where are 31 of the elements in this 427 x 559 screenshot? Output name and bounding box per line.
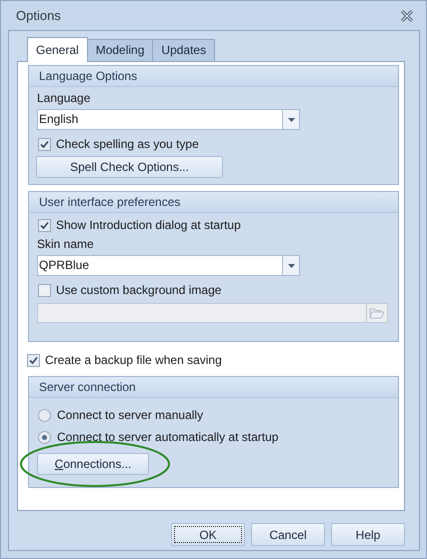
window-title: Options [16, 8, 61, 23]
checkbox[interactable] [27, 354, 40, 366]
dropdown-arrow-icon [288, 118, 294, 122]
checkbox-label: Check spelling as you type [56, 137, 199, 151]
group-header: Server connection [29, 377, 398, 398]
checkbox[interactable] [38, 138, 51, 150]
checkbox-label: Show Introduction dialog at startup [56, 218, 241, 232]
group-header: User interface preferences [29, 192, 398, 213]
field-label: Skin name [37, 236, 95, 253]
checkbox[interactable] [38, 284, 51, 296]
radio-button[interactable] [38, 430, 51, 444]
tab[interactable]: General [27, 37, 88, 62]
group-header: Language Options [29, 66, 398, 87]
tab[interactable]: Modeling [86, 39, 154, 61]
dropdown[interactable]: English [37, 109, 300, 130]
spell-check-options-button[interactable]: Spell Check Options... [36, 156, 223, 178]
dropdown-arrow-icon [288, 264, 294, 268]
radio-label: Connect to server manually [57, 408, 204, 422]
tab[interactable]: Updates [152, 39, 216, 61]
connections-button[interactable]: Connections... [37, 453, 149, 475]
checkbox-label: Create a backup file when saving [45, 353, 222, 367]
field-label: Language [37, 90, 92, 107]
dialog-button[interactable]: Help [331, 523, 405, 546]
checkbox[interactable] [38, 218, 51, 232]
dialog-button[interactable]: OK [171, 523, 245, 546]
close-icon[interactable] [400, 10, 414, 22]
checkbox-label: Use custom background image [56, 283, 222, 297]
radio-button[interactable] [38, 408, 51, 422]
dialog-button[interactable]: Cancel [251, 523, 325, 546]
radio-label: Connect to server automatically at startup [57, 430, 278, 444]
dropdown[interactable]: QPRBlue [37, 255, 300, 276]
